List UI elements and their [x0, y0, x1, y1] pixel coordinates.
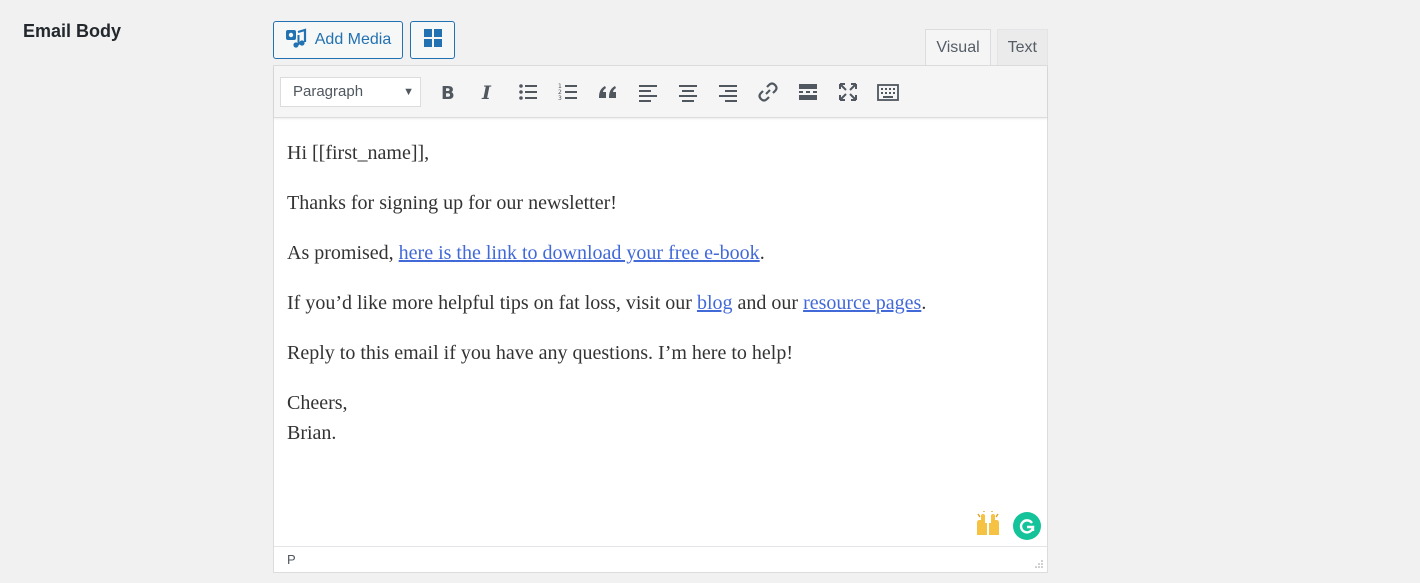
blockquote-icon [599, 85, 616, 98]
align-right-icon [719, 84, 737, 102]
italic-icon: I [481, 82, 492, 103]
tab-text[interactable]: Text [996, 29, 1048, 65]
align-right-button[interactable] [711, 75, 745, 109]
add-media-button[interactable]: Add Media [273, 21, 403, 59]
read-more-button[interactable] [791, 75, 825, 109]
promise-prefix: As promised, [287, 242, 399, 264]
link-icon [758, 81, 778, 102]
align-left-button[interactable] [631, 75, 665, 109]
align-center-icon [679, 84, 697, 102]
resize-handle-icon[interactable] [1034, 559, 1044, 569]
align-left-icon [639, 84, 657, 102]
numbered-list-icon: 1 2 3 [558, 83, 577, 102]
editor-toolbar: Paragraph ▼ B I 1 2 3 [274, 66, 1047, 118]
tips-suffix: . [921, 292, 927, 314]
field-label: Email Body [23, 21, 122, 41]
grid-icon [423, 28, 442, 52]
element-path[interactable]: P [287, 552, 296, 567]
fullscreen-button[interactable] [831, 75, 865, 109]
numbered-list-button[interactable]: 1 2 3 [551, 75, 585, 109]
closing-text: Cheers, [287, 392, 348, 414]
format-select[interactable]: Paragraph ▼ [280, 76, 421, 107]
reply-text: Reply to this email if you have any ques… [287, 342, 793, 364]
editor-content[interactable]: Hi [[first_name]], Thanks for signing up… [274, 118, 1047, 546]
blog-link[interactable]: blog [697, 292, 733, 314]
grammarly-icon[interactable] [1013, 512, 1041, 540]
format-select-value: Paragraph [293, 83, 364, 100]
svg-text:I: I [481, 82, 492, 103]
bold-icon: B [441, 83, 455, 103]
tips-paragraph: If you’d like more helpful tips on fat l… [287, 288, 1034, 318]
editor-top-row: Add Media Visual Text [273, 21, 1048, 65]
greeting-text: Hi [[first_name]], [287, 142, 430, 164]
editor-box: Paragraph ▼ B I 1 2 3 Hi [[first_name]],… [273, 65, 1048, 573]
fullscreen-icon [839, 82, 857, 101]
tips-prefix: If you’d like more helpful tips on fat l… [287, 292, 697, 314]
tab-visual[interactable]: Visual [925, 29, 991, 65]
resource-pages-link[interactable]: resource pages [803, 292, 921, 314]
promise-suffix: . [759, 242, 765, 264]
italic-button[interactable]: I [471, 75, 505, 109]
signoff: Cheers, Brian. [287, 388, 1034, 448]
align-center-button[interactable] [671, 75, 705, 109]
add-media-icon [285, 27, 307, 54]
thanks-text: Thanks for signing up for our newsletter… [287, 192, 617, 214]
editor-wrap: Add Media Visual Text Paragraph ▼ B I 1 … [273, 21, 1048, 573]
editor-tabs: Visual Text [919, 29, 1048, 65]
svg-text:B: B [441, 83, 455, 103]
svg-text:3: 3 [558, 95, 562, 102]
chevron-down-icon: ▼ [403, 85, 414, 98]
read-more-icon [799, 83, 817, 100]
signature-text: Brian. [287, 422, 337, 444]
tips-mid: and our [732, 292, 804, 314]
link-button[interactable] [751, 75, 785, 109]
raised-hands-icon[interactable] [973, 510, 1003, 538]
grid-button[interactable] [410, 21, 455, 59]
toolbar-toggle-button[interactable] [871, 75, 905, 109]
promise-paragraph: As promised, here is the link to downloa… [287, 238, 1034, 268]
bold-button[interactable]: B [431, 75, 465, 109]
bullet-list-icon [519, 83, 537, 100]
bullet-list-button[interactable] [511, 75, 545, 109]
editor-statusbar: P [274, 546, 1047, 572]
blockquote-button[interactable] [591, 75, 625, 109]
ebook-link[interactable]: here is the link to download your free e… [399, 242, 760, 264]
toolbar-toggle-icon [877, 83, 899, 101]
add-media-label: Add Media [314, 31, 392, 48]
